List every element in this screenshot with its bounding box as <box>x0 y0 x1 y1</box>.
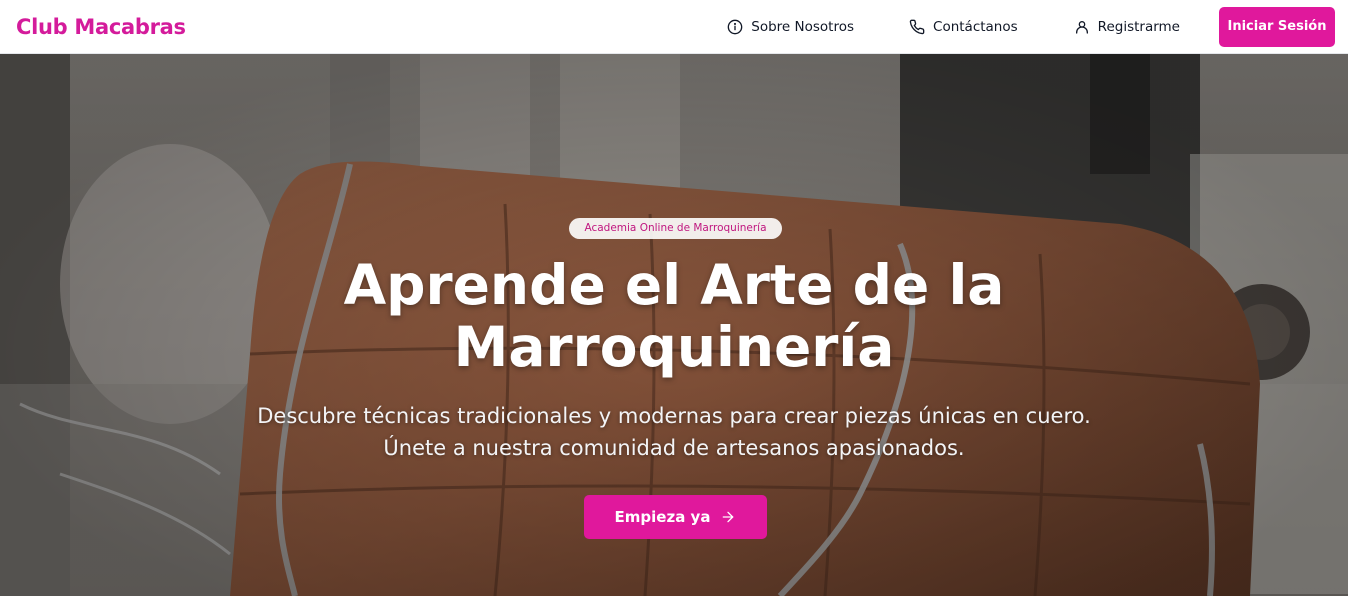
nav-register-link[interactable]: Registrarme <box>1074 19 1180 35</box>
hero-badge: Academia Online de Marroquinería <box>569 218 782 239</box>
login-button[interactable]: Iniciar Sesión <box>1219 6 1335 47</box>
hero-content: Academia Online de Marroquinería Aprende… <box>0 54 1348 596</box>
nav-register-label: Registrarme <box>1097 18 1180 35</box>
main-nav: Sobre Nosotros Contáctanos Registrarme I… <box>727 0 1335 53</box>
nav-contact-link[interactable]: Contáctanos <box>909 19 1018 35</box>
site-header: Club Macabras Sobre Nosotros Contáctanos… <box>0 0 1348 54</box>
info-icon <box>727 19 743 34</box>
hero-section: Academia Online de Marroquinería Aprende… <box>0 54 1348 596</box>
site-logo[interactable]: Club Macabras <box>16 15 186 39</box>
nav-contact-label: Contáctanos <box>933 18 1018 35</box>
start-now-button[interactable]: Empieza ya <box>584 495 767 539</box>
nav-about-label: Sobre Nosotros <box>751 18 855 35</box>
nav-about-link[interactable]: Sobre Nosotros <box>727 19 854 35</box>
phone-icon <box>909 19 925 34</box>
hero-subtitle: Descubre técnicas tradicionales y modern… <box>257 404 1091 460</box>
start-now-label: Empieza ya <box>614 508 711 526</box>
arrow-right-icon <box>723 511 734 523</box>
hero-title: Aprende el Arte de la Marroquinería <box>343 253 1005 379</box>
user-icon <box>1075 20 1088 34</box>
